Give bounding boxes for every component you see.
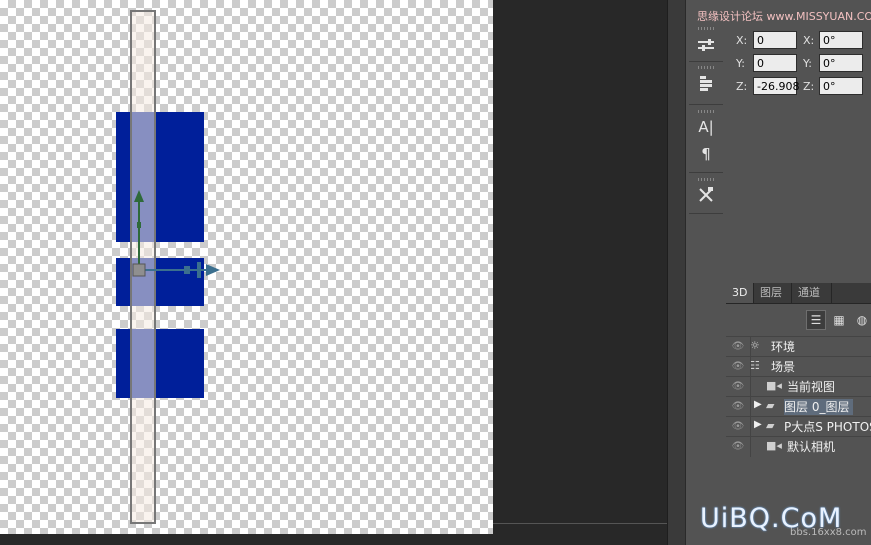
layer-row-photoshop-text[interactable]: 👁 ▶ ▰ P大点S PHOTOS [726, 416, 871, 437]
x-rotation-label: X: [803, 34, 815, 47]
layer-name: 默认相机 [787, 440, 836, 454]
canvas-bottom-edge [0, 534, 493, 545]
visibility-eye-icon[interactable]: 👁 [730, 359, 746, 374]
visibility-eye-icon[interactable]: 👁 [730, 399, 746, 414]
coordinate-row-x: X: 0 X: 0° [726, 31, 871, 51]
blue-block-top[interactable] [116, 112, 204, 242]
layer-row-scene[interactable]: 👁 ☷ 场景 [726, 356, 871, 377]
camera-icon: ■◂ [766, 379, 782, 392]
visibility-eye-icon[interactable]: 👁 [730, 419, 746, 434]
x-rotation-input[interactable]: 0° [819, 31, 863, 49]
mesh-icon: ▰ [766, 399, 775, 412]
separator [689, 104, 723, 105]
character-icon[interactable]: A| [692, 115, 720, 139]
scene-graphics [116, 10, 220, 524]
document-canvas[interactable] [0, 0, 493, 545]
separator [689, 61, 723, 62]
tab-layers[interactable]: 图层 [754, 283, 792, 303]
camera-icon: ■◂ [766, 439, 782, 452]
material-filter-icon[interactable]: ◍ [852, 310, 871, 330]
grip-handle[interactable] [698, 110, 714, 113]
layer-row-current-view[interactable]: 👁 ■◂ 当前视图 [726, 376, 871, 397]
y-position-label: Y: [736, 57, 745, 70]
layer-name: 当前视图 [787, 380, 836, 394]
sun-icon: ☼ [750, 339, 760, 352]
layer-name: 图层 0_图层 [784, 399, 854, 415]
separator [689, 213, 723, 214]
coordinate-row-y: Y: 0 Y: 0° [726, 54, 871, 74]
panel-dock-gap [667, 0, 686, 545]
adjustments-icon[interactable] [692, 33, 720, 57]
whole-scene-filter-icon[interactable]: ☰ [806, 310, 826, 330]
pasteboard [493, 0, 667, 545]
coordinate-row-z: Z: -26.908 Z: 0° [726, 77, 871, 97]
clone-stamp-icon[interactable] [692, 72, 720, 96]
mesh-filter-icon[interactable]: ▦ [829, 310, 849, 330]
y-rotation-input[interactable]: 0° [819, 54, 863, 72]
expand-triangle-icon[interactable]: ▶ [754, 399, 762, 410]
panel-tab-bar: 3D 图层 通道 [726, 283, 871, 304]
layer-name: 环境 [771, 340, 796, 354]
layer-row-default-camera[interactable]: 👁 ■◂ 默认相机 [726, 436, 871, 457]
x-position-input[interactable]: 0 [753, 31, 797, 49]
paragraph-icon[interactable]: ¶ [692, 142, 720, 166]
tab-channels[interactable]: 通道 [792, 283, 832, 303]
z-position-label: Z: [736, 80, 748, 93]
scene-icon: ☷ [750, 359, 760, 372]
grip-handle[interactable] [698, 66, 714, 69]
expand-triangle-icon[interactable]: ▶ [754, 419, 762, 430]
tool-presets-icon[interactable] [692, 183, 720, 207]
mesh-icon: ▰ [766, 419, 775, 432]
layer-name: P大点S PHOTOS [784, 420, 871, 434]
blue-block-bottom[interactable] [116, 329, 204, 398]
uibq-watermark-url: bbs.16xx8.com [790, 527, 867, 538]
separator [689, 172, 723, 173]
z-rotation-input[interactable]: 0° [819, 77, 863, 95]
z-position-input[interactable]: -26.908 [753, 77, 799, 95]
y-position-input[interactable]: 0 [753, 54, 797, 72]
visibility-eye-icon[interactable]: 👁 [730, 339, 746, 354]
panel-icon-strip: A| ¶ [685, 0, 727, 545]
grip-handle[interactable] [698, 27, 714, 30]
z-rotation-label: Z: [803, 80, 815, 93]
tab-3d[interactable]: 3D [726, 283, 754, 303]
watermark-top: 思缘设计论坛 www.MISSYUAN.COM [697, 10, 871, 23]
grip-handle[interactable] [698, 178, 714, 181]
properties-panel: X: 0 X: 0° Y: 0 Y: 0° Z: -26.908 Z: 0° [726, 0, 871, 283]
layer-row-layer0[interactable]: 👁 ▶ ▰ 图层 0_图层 [726, 396, 871, 417]
ground-plane-line [493, 523, 667, 524]
visibility-eye-icon[interactable]: 👁 [730, 439, 746, 454]
visibility-eye-icon[interactable]: 👁 [730, 379, 746, 394]
x-position-label: X: [736, 34, 748, 47]
layer-name: 场景 [771, 360, 796, 374]
blue-block-middle[interactable] [116, 258, 204, 306]
y-rotation-label: Y: [803, 57, 812, 70]
layer-row-environment[interactable]: 👁 ☼ 环境 [726, 336, 871, 357]
